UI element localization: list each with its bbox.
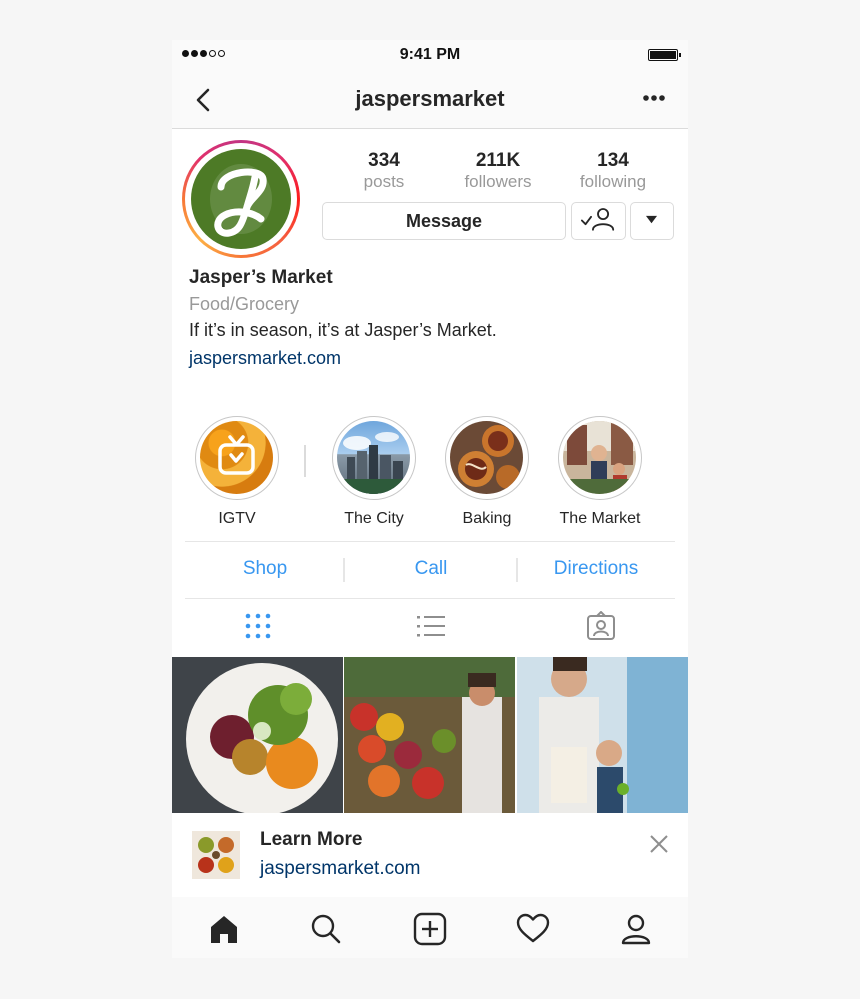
- profile-view-tabs: [172, 597, 688, 657]
- promo-link[interactable]: jaspersmarket.com: [260, 858, 421, 880]
- following-label: following: [579, 172, 647, 191]
- caret-down-icon: [645, 215, 658, 224]
- following-count: 134: [597, 150, 629, 171]
- bottom-tab-bar: [172, 897, 688, 958]
- highlight-baking[interactable]: Baking: [427, 416, 547, 528]
- suggestions-dropdown-button[interactable]: [630, 202, 674, 240]
- status-bar: 9:41 PM: [172, 40, 688, 70]
- status-time: 9:41 PM: [399, 46, 461, 63]
- city-skyline-image: [337, 421, 410, 494]
- message-button[interactable]: Message: [322, 202, 566, 240]
- profile-description: If it’s in season, it’s at Jasper’s Mark…: [189, 320, 497, 340]
- post-salad[interactable]: [172, 657, 343, 813]
- profile-icon[interactable]: [619, 912, 653, 946]
- post-shopping[interactable]: [517, 657, 688, 813]
- highlight-label: IGTV: [218, 510, 256, 527]
- more-options-icon[interactable]: [642, 94, 666, 102]
- jaspers-logo: [191, 149, 291, 249]
- highlight-label: The Market: [559, 510, 641, 527]
- call-button[interactable]: Call: [345, 542, 517, 598]
- close-icon[interactable]: [648, 833, 670, 855]
- top-nav: jaspersmarket: [172, 70, 688, 129]
- posts-count: 334: [368, 150, 400, 171]
- learn-more-promo[interactable]: Learn More jaspersmarket.com: [172, 813, 688, 898]
- baking-image: [450, 421, 523, 494]
- highlight-the-market[interactable]: The Market: [540, 416, 660, 528]
- home-icon[interactable]: [207, 912, 241, 946]
- profile-avatar[interactable]: [182, 140, 300, 258]
- highlights-divider: [304, 445, 306, 477]
- grid-view-icon[interactable]: [243, 611, 273, 641]
- add-post-icon[interactable]: [413, 912, 447, 946]
- followers-count: 211K: [475, 150, 521, 171]
- highlight-label: The City: [344, 510, 404, 527]
- following-check-icon: [580, 208, 615, 231]
- promo-title[interactable]: Learn More: [260, 829, 362, 851]
- market-image: [563, 421, 636, 494]
- battery-icon: [648, 49, 681, 61]
- igtv-icon: [218, 435, 255, 475]
- spices-thumbnail: [192, 831, 240, 879]
- post-market-stall[interactable]: [344, 657, 515, 813]
- posts-label: posts: [363, 172, 405, 191]
- contact-actions-row: Shop Call Directions: [185, 541, 675, 599]
- highlight-igtv[interactable]: IGTV: [177, 416, 297, 528]
- directions-button[interactable]: Directions: [517, 542, 675, 598]
- profile-name: Jasper’s Market: [189, 267, 333, 288]
- stat-following[interactable]: 134 following: [553, 150, 673, 192]
- page-title: jaspersmarket: [355, 86, 505, 111]
- stat-posts[interactable]: 334 posts: [324, 150, 444, 192]
- list-view-icon[interactable]: [416, 611, 446, 641]
- stat-followers[interactable]: 211K followers: [438, 150, 558, 192]
- profile-bio: Jasper’s Market Food/Grocery If it’s in …: [189, 265, 669, 373]
- following-button[interactable]: [571, 202, 626, 240]
- search-icon[interactable]: [309, 912, 343, 946]
- phone-screen: 9:41 PM jaspersmarket 334 posts 211K fol…: [172, 40, 688, 958]
- tagged-photos-icon[interactable]: [586, 611, 616, 641]
- shop-button[interactable]: Shop: [185, 542, 345, 598]
- profile-category: Food/Grocery: [189, 294, 300, 314]
- highlight-label: Baking: [462, 510, 512, 527]
- profile-website-link[interactable]: jaspersmarket.com: [189, 343, 669, 373]
- heart-icon[interactable]: [516, 912, 550, 946]
- followers-label: followers: [464, 172, 532, 191]
- highlight-the-city[interactable]: The City: [314, 416, 434, 528]
- post-grid: [172, 657, 688, 813]
